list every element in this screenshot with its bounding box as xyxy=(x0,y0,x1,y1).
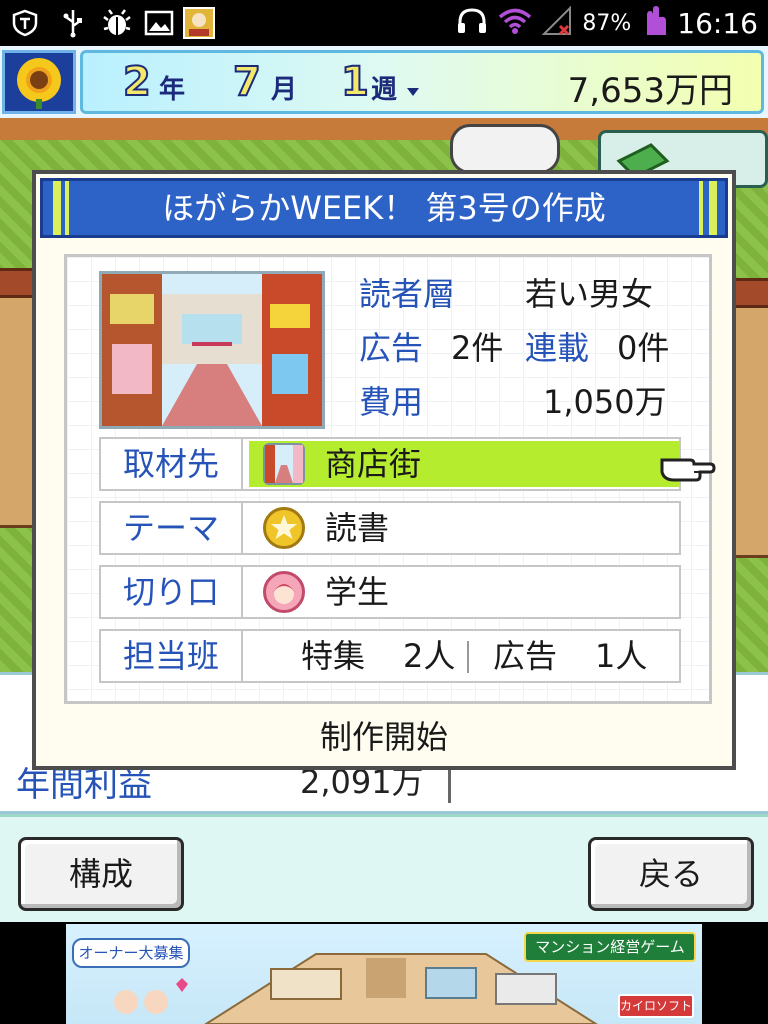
location-preview-image xyxy=(99,271,325,429)
clock: 16:16 xyxy=(677,6,758,40)
feature-team-label: 特集 xyxy=(301,637,366,675)
ads-label: 広告 xyxy=(359,329,424,367)
readers-value: 若い男女 xyxy=(525,275,654,313)
ad-team-count: 1人 xyxy=(595,637,648,675)
dialog-title: ほがらかWEEK！ 第3号の作成 xyxy=(162,189,606,227)
row-angle-value-area[interactable]: 学生 xyxy=(249,569,679,615)
cost-label: 費用 xyxy=(359,383,424,421)
ad-banner[interactable]: オーナー大募集 マンション経営ゲーム カイロソフト xyxy=(66,924,702,1024)
serial-label: 連載 xyxy=(525,329,590,367)
row-theme[interactable]: テーマ 読書 xyxy=(99,501,681,555)
row-angle[interactable]: 切り口 学生 xyxy=(99,565,681,619)
serial-value: 0件 xyxy=(617,329,670,367)
row-location[interactable]: 取材先 商店街 xyxy=(99,437,681,491)
row-location-value-area[interactable]: 商店街 xyxy=(249,441,679,487)
row-team-value-area[interactable]: 特集 2人 広告 1人 xyxy=(249,633,679,679)
ad-badge: オーナー大募集 xyxy=(72,938,190,968)
signal-off-icon xyxy=(541,5,572,40)
compose-button[interactable]: 構成 xyxy=(18,837,184,911)
headphones-icon xyxy=(456,7,488,39)
touch-hand-icon xyxy=(641,5,667,41)
dialog-title-bar: ほがらかWEEK！ 第3号の作成 xyxy=(40,178,728,238)
ad-area: オーナー大募集 マンション経営ゲーム カイロソフト xyxy=(0,922,768,1024)
feature-team-count: 2人 xyxy=(403,637,456,675)
ads-value: 2件 xyxy=(451,329,504,367)
money-display: 7,653万円 xyxy=(567,71,733,111)
status-bar-right: 87% 16:16 xyxy=(456,0,758,46)
student-face-icon xyxy=(263,571,305,613)
row-location-value: 商店街 xyxy=(325,445,422,483)
shopping-street-icon xyxy=(263,443,305,485)
shield-app-icon xyxy=(8,6,42,40)
year-unit: 年 xyxy=(159,75,186,105)
building-left xyxy=(0,288,36,528)
team-divider xyxy=(467,641,469,673)
week-value: 1 xyxy=(340,58,370,106)
readers-label: 読者層 xyxy=(359,275,456,313)
battery-level: 87% xyxy=(582,10,632,36)
ad-team-label: 広告 xyxy=(493,637,558,675)
cost-value: 1,050万 xyxy=(543,383,667,421)
game-header: 2 年 7 月 1 週 7,653万円 xyxy=(0,46,768,118)
wifi-icon xyxy=(498,7,532,39)
sunflower-icon[interactable] xyxy=(2,50,76,114)
row-theme-label: テーマ xyxy=(101,503,243,553)
dialog-content: 読者層 若い男女 広告 2件 連載 0件 費用 1,050万 取材先 商店街 テ… xyxy=(64,254,712,704)
row-team-label: 担当班 xyxy=(101,631,243,681)
row-location-label: 取材先 xyxy=(101,439,243,489)
row-theme-value-area[interactable]: 読書 xyxy=(249,505,679,551)
start-production-button[interactable]: 制作開始 xyxy=(36,712,732,762)
ad-title: マンション経営ゲーム xyxy=(524,932,696,962)
row-team[interactable]: 担当班 特集 2人 広告 1人 xyxy=(99,629,681,683)
week-dropdown-icon[interactable] xyxy=(407,81,419,100)
image-icon xyxy=(142,6,176,40)
gold-star-medal-icon xyxy=(263,507,305,549)
week-unit: 週 xyxy=(371,75,398,105)
usb-icon xyxy=(56,6,90,40)
row-angle-label: 切り口 xyxy=(101,567,243,617)
game-app-icon xyxy=(182,6,216,40)
status-bar: 87% 16:16 xyxy=(0,0,768,46)
back-button[interactable]: 戻る xyxy=(588,837,754,911)
row-angle-value: 学生 xyxy=(325,573,390,611)
year-value: 2 xyxy=(122,58,152,106)
issue-creation-dialog: ほがらかWEEK！ 第3号の作成 読者層 若い男女 広告 2件 連載 0件 費用… xyxy=(32,170,736,770)
ad-brand: カイロソフト xyxy=(618,994,694,1018)
action-bar: 構成 戻る xyxy=(0,814,768,922)
android-debug-icon xyxy=(100,6,134,40)
pointing-hand-icon xyxy=(660,446,716,486)
month-unit: 月 xyxy=(271,75,298,105)
cow-sprite xyxy=(450,124,560,174)
date-money-panel: 2 年 7 月 1 週 7,653万円 xyxy=(80,50,764,114)
row-theme-value: 読書 xyxy=(325,509,390,547)
month-value: 7 xyxy=(232,58,262,106)
